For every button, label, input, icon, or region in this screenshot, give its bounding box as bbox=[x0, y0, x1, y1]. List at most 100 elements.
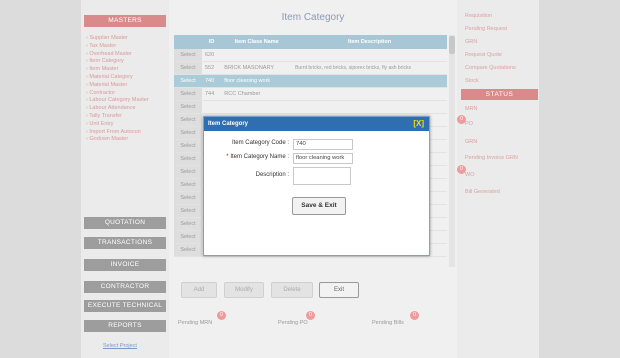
row-select-button[interactable]: Select bbox=[174, 178, 202, 192]
item-category-code-label: Item Category Code : bbox=[231, 140, 289, 146]
row-select-button[interactable]: Select bbox=[174, 87, 202, 101]
status-wo-link[interactable]: WO bbox=[465, 172, 474, 178]
pending-request-link[interactable]: Pending Request bbox=[465, 26, 507, 32]
row-id: 552 bbox=[202, 61, 222, 75]
pending-po-link[interactable]: Pending PO bbox=[278, 320, 308, 326]
menu-item-tally-transfer[interactable]: Tally Transfer bbox=[86, 113, 166, 121]
row-select-button[interactable]: Select bbox=[174, 152, 202, 166]
request-quote-link[interactable]: Request Quote bbox=[465, 52, 502, 58]
item-category-dialog: Item Category [X] bbox=[203, 116, 430, 256]
contractor-header[interactable]: CONTRACTOR bbox=[84, 281, 166, 293]
row-item-description bbox=[292, 100, 447, 114]
table-row[interactable]: Select 740 floor cleaning work bbox=[174, 74, 447, 88]
dialog-title-bar[interactable]: Item Category [X] bbox=[204, 117, 429, 131]
row-select-button[interactable]: Select bbox=[174, 204, 202, 218]
compare-quotations-link[interactable]: Compare Quotations bbox=[465, 65, 516, 71]
transactions-header[interactable]: TRANSACTIONS bbox=[84, 237, 166, 249]
table-row[interactable]: Select 620 bbox=[174, 49, 447, 62]
row-item-class-name bbox=[221, 49, 293, 62]
execute-technical-header[interactable]: EXECUTE TECHNICAL bbox=[84, 300, 166, 312]
invoice-header[interactable]: INVOICE bbox=[84, 259, 166, 271]
row-select-button[interactable]: Select bbox=[174, 49, 202, 62]
status-mrn-link[interactable]: MRN bbox=[465, 106, 478, 112]
item-category-name-field[interactable]: floor cleaning work bbox=[293, 153, 353, 164]
requisition-link[interactable]: Requisition bbox=[465, 13, 492, 19]
menu-item-supplier-master[interactable]: Supplier Master bbox=[86, 35, 166, 43]
item-category-name-label: Item Category Name : bbox=[230, 154, 289, 160]
stock-link[interactable]: Stock bbox=[465, 78, 479, 84]
menu-item-item-master[interactable]: Item Master bbox=[86, 66, 166, 74]
modify-button[interactable]: Modify bbox=[224, 282, 264, 298]
description-textarea[interactable] bbox=[293, 167, 351, 185]
menu-item-labour-category-master[interactable]: Labour Category Master bbox=[86, 97, 166, 105]
row-item-description bbox=[292, 87, 447, 101]
scrollbar-thumb[interactable] bbox=[449, 36, 455, 54]
required-marker: * bbox=[226, 154, 229, 160]
description-label: Description : bbox=[255, 172, 289, 178]
pending-mrn-link[interactable]: Pending MRN bbox=[178, 320, 212, 326]
pending-bills-link[interactable]: Pending Bills bbox=[372, 320, 404, 326]
menu-item-material-master[interactable]: Material Master bbox=[86, 82, 166, 90]
item-category-name-label-wrap: * Item Category Name : bbox=[204, 154, 289, 160]
select-project-link[interactable]: Select Project bbox=[103, 343, 137, 349]
menu-item-overhead-master[interactable]: Overhead Master bbox=[86, 51, 166, 59]
pending-po-count-badge: 0 bbox=[306, 311, 315, 320]
pending-mrn-count-badge: 0 bbox=[217, 311, 226, 320]
row-id: 740 bbox=[202, 74, 222, 88]
menu-item-unit-entry[interactable]: Unit Entry bbox=[86, 121, 166, 129]
menu-item-import-from-autocon[interactable]: Import From Autocon bbox=[86, 129, 166, 137]
row-item-class-name: floor cleaning work bbox=[221, 74, 293, 88]
status-po-link[interactable]: PO bbox=[465, 121, 473, 127]
row-item-description: Burnt bricks, red bricks, siporex bricks… bbox=[292, 61, 447, 75]
pending-bills-count-badge: 0 bbox=[410, 311, 419, 320]
save-and-exit-button[interactable]: Save & Exit bbox=[292, 197, 346, 215]
table-row[interactable]: Select 552 BRICK MASONARY Burnt bricks, red… bbox=[174, 61, 447, 75]
delete-button[interactable]: Delete bbox=[271, 282, 313, 298]
item-category-code-field[interactable]: 740 bbox=[293, 139, 353, 150]
grn-link[interactable]: GRN bbox=[465, 39, 477, 45]
row-select-button[interactable]: Select bbox=[174, 165, 202, 179]
row-id: 744 bbox=[202, 87, 222, 101]
masters-header[interactable]: MASTERS bbox=[84, 15, 166, 27]
masters-menu: Supplier Master Tax Master Overhead Mast… bbox=[86, 35, 166, 144]
menu-item-contractor[interactable]: Contractor bbox=[86, 90, 166, 98]
page-title: Item Category bbox=[281, 12, 345, 23]
quotation-header[interactable]: QUOTATION bbox=[84, 217, 166, 229]
row-select-button[interactable]: Select bbox=[174, 100, 202, 114]
row-select-button[interactable]: Select bbox=[174, 61, 202, 75]
row-select-button[interactable]: Select bbox=[174, 217, 202, 231]
menu-item-item-category[interactable]: Item Category bbox=[86, 58, 166, 66]
menu-item-labour-attendance[interactable]: Labour Attendance bbox=[86, 105, 166, 113]
menu-item-godown-master[interactable]: Godown Master bbox=[86, 136, 166, 144]
row-item-description bbox=[292, 49, 447, 62]
row-select-button[interactable]: Select bbox=[174, 230, 202, 244]
row-id: 620 bbox=[202, 49, 222, 62]
row-item-class-name bbox=[221, 100, 293, 114]
row-select-button[interactable]: Select bbox=[174, 191, 202, 205]
status-bill-generated-link[interactable]: Bill Generated bbox=[465, 189, 500, 195]
reports-header[interactable]: REPORTS bbox=[84, 320, 166, 332]
row-select-button[interactable]: Select bbox=[174, 243, 202, 257]
row-item-class-name: RCC Chamber bbox=[221, 87, 293, 101]
table-row[interactable]: Select bbox=[174, 100, 447, 114]
add-button[interactable]: Add bbox=[181, 282, 217, 298]
dialog-close-button[interactable]: [X] bbox=[413, 117, 424, 131]
row-select-button[interactable]: Select bbox=[174, 126, 202, 140]
row-item-class-name: BRICK MASONARY bbox=[221, 61, 293, 75]
row-select-button[interactable]: Select bbox=[174, 139, 202, 153]
row-select-button[interactable]: Select bbox=[174, 113, 202, 127]
status-header: STATUS bbox=[461, 89, 538, 100]
status-grn-link[interactable]: GRN bbox=[465, 139, 477, 145]
status-pending-invoice-grn-link[interactable]: Pending Invoice GRN bbox=[465, 155, 518, 161]
row-id bbox=[202, 100, 222, 114]
column-header-id: ID bbox=[202, 35, 222, 49]
menu-item-tax-master[interactable]: Tax Master bbox=[86, 43, 166, 51]
table-header-row: ID Item Class Name Item Description bbox=[174, 35, 447, 49]
menu-item-material-category[interactable]: Material Category bbox=[86, 74, 166, 82]
column-header-item-class-name: Item Class Name bbox=[221, 35, 293, 49]
table-row[interactable]: Select 744 RCC Chamber bbox=[174, 87, 447, 101]
column-header-item-description: Item Description bbox=[292, 35, 447, 49]
exit-button[interactable]: Exit bbox=[319, 282, 359, 298]
table-scrollbar[interactable] bbox=[449, 35, 455, 267]
row-select-button[interactable]: Select bbox=[174, 74, 202, 88]
